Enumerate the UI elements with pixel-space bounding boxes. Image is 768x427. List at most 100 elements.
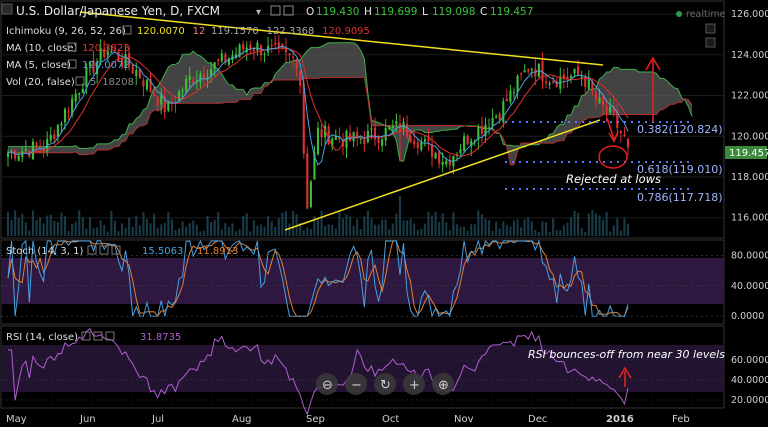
candle-body[interactable] [520, 73, 523, 75]
candle-body[interactable] [63, 109, 67, 123]
symbol-title[interactable]: U.S. Dollar/Japanese Yen, D, FXCM [16, 4, 220, 18]
candle-body[interactable] [601, 96, 605, 106]
indicator-label[interactable]: Vol (20, false) [6, 77, 75, 88]
candle-body[interactable] [220, 53, 223, 62]
candle-body[interactable] [413, 140, 416, 145]
candle-body[interactable] [598, 97, 601, 104]
candle-body[interactable] [438, 151, 441, 164]
candle-body[interactable] [623, 134, 626, 137]
candle-body[interactable] [291, 56, 295, 58]
candle-body[interactable] [373, 127, 377, 140]
candle-body[interactable] [619, 130, 622, 134]
usdjpy-chart[interactable]: 0.382(120.824) 0.618(119.010) 0.786(117.… [0, 0, 768, 427]
candle-body[interactable] [78, 92, 81, 95]
candle-body[interactable] [466, 135, 469, 145]
candle-body[interactable] [445, 160, 448, 165]
indicator-label[interactable]: Ichimoku (9, 26, 52, 26) [6, 26, 126, 37]
candle-body[interactable] [177, 91, 181, 101]
candle-body[interactable] [131, 64, 134, 74]
candle-body[interactable] [74, 93, 77, 102]
candle-body[interactable] [463, 136, 466, 151]
candle-body[interactable] [270, 44, 273, 46]
candle-body[interactable] [505, 98, 508, 102]
candle-body[interactable] [363, 138, 366, 144]
candle-body[interactable] [498, 113, 501, 121]
candle-body[interactable] [327, 126, 330, 145]
candle-body[interactable] [56, 125, 59, 137]
candle-body[interactable] [626, 138, 630, 148]
candle-body[interactable] [135, 70, 138, 77]
candle-body[interactable] [6, 152, 10, 157]
candle-body[interactable] [509, 90, 512, 102]
candle-body[interactable] [391, 126, 394, 128]
candle-body[interactable] [217, 59, 220, 62]
candle-body[interactable] [416, 142, 419, 149]
candle-body[interactable] [512, 92, 516, 94]
candle-body[interactable] [299, 71, 302, 86]
candle-body[interactable] [213, 62, 216, 69]
candle-body[interactable] [242, 44, 245, 50]
candle-body[interactable] [145, 79, 149, 90]
indicator-label[interactable]: MA (5, close) [6, 60, 71, 71]
candle-body[interactable] [459, 149, 462, 154]
candle-body[interactable] [569, 76, 573, 78]
indicator-label[interactable]: MA (10, close) [6, 43, 77, 54]
candle-body[interactable] [594, 93, 597, 101]
candle-body[interactable] [24, 149, 27, 152]
candle-body[interactable] [35, 142, 38, 147]
candle-body[interactable] [309, 181, 312, 208]
candle-body[interactable] [584, 75, 587, 88]
candle-body[interactable] [441, 162, 444, 165]
candle-body[interactable] [409, 135, 412, 143]
candle-body[interactable] [605, 106, 608, 113]
candle-body[interactable] [153, 93, 156, 97]
candle-body[interactable] [60, 123, 63, 126]
candle-body[interactable] [277, 42, 280, 47]
candle-body[interactable] [263, 53, 266, 55]
candle-body[interactable] [381, 139, 384, 146]
candle-body[interactable] [406, 123, 409, 137]
candle-body[interactable] [274, 42, 277, 45]
candle-body[interactable] [434, 152, 437, 159]
candle-body[interactable] [356, 131, 359, 137]
candle-body[interactable] [181, 90, 184, 92]
candle-body[interactable] [306, 153, 309, 209]
candle-body[interactable] [384, 127, 387, 141]
candle-body[interactable] [295, 60, 298, 69]
candle-body[interactable] [199, 74, 202, 83]
candle-body[interactable] [185, 78, 188, 92]
candle-body[interactable] [577, 66, 580, 76]
candle-body[interactable] [256, 42, 259, 51]
candle-body[interactable] [188, 76, 191, 81]
candle-body[interactable] [142, 80, 145, 87]
candle-body[interactable] [17, 155, 20, 161]
candle-body[interactable] [288, 53, 291, 56]
candle-body[interactable] [523, 70, 526, 73]
candle-body[interactable] [527, 69, 530, 72]
candle-body[interactable] [156, 96, 159, 106]
candle-body[interactable] [67, 111, 70, 113]
candle-body[interactable] [541, 61, 544, 81]
candle-body[interactable] [320, 129, 323, 138]
candle-body[interactable] [480, 126, 483, 134]
candle-body[interactable] [370, 128, 373, 130]
candle-body[interactable] [495, 116, 498, 118]
candle-body[interactable] [53, 134, 56, 140]
candle-body[interactable] [423, 139, 426, 142]
candle-body[interactable] [530, 68, 533, 71]
candle-body[interactable] [395, 121, 398, 125]
candle-body[interactable] [544, 81, 548, 84]
candle-body[interactable] [49, 134, 52, 141]
candle-body[interactable] [502, 101, 505, 123]
candle-body[interactable] [487, 127, 491, 129]
candle-body[interactable] [516, 75, 519, 93]
candle-body[interactable] [587, 79, 590, 89]
candle-body[interactable] [202, 73, 206, 79]
candle-body[interactable] [552, 80, 555, 83]
candle-body[interactable] [548, 83, 551, 85]
candle-body[interactable] [388, 126, 391, 130]
candle-body[interactable] [81, 88, 84, 94]
candle-body[interactable] [160, 94, 163, 105]
candle-body[interactable] [491, 117, 494, 127]
candle-body[interactable] [609, 106, 612, 113]
